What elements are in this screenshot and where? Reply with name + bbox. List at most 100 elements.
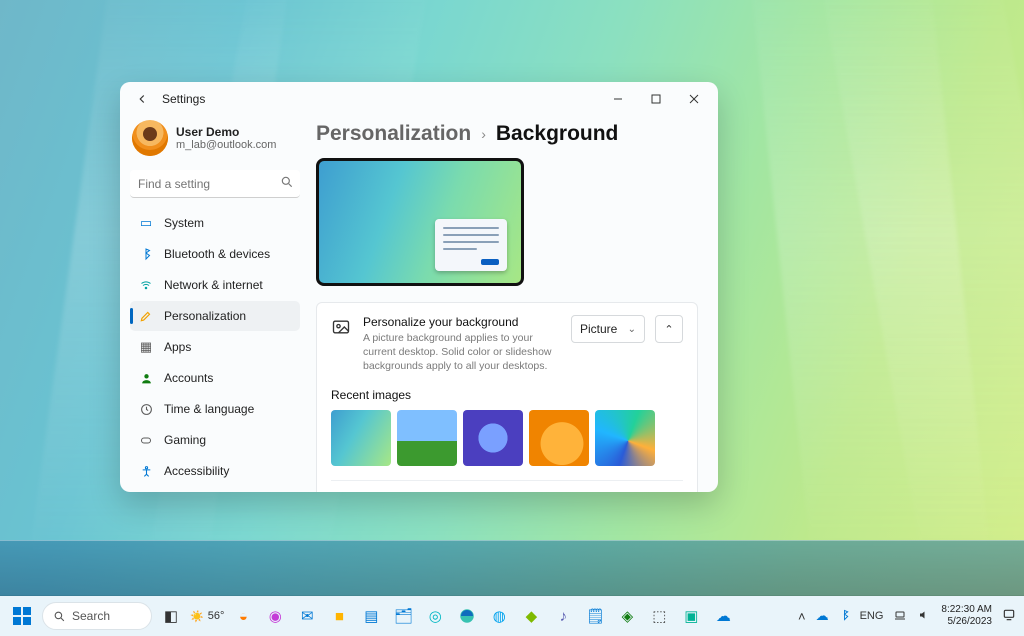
recent-images-title: Recent images bbox=[331, 388, 683, 402]
weather-icon: ☀️ bbox=[190, 610, 204, 623]
sidebar-item-bluetooth[interactable]: Bluetooth & devices bbox=[130, 239, 300, 269]
onedrive-icon[interactable]: ☁ bbox=[816, 608, 829, 624]
window-title: Settings bbox=[162, 92, 205, 106]
taskbar-clock[interactable]: 8:22:30 AM 5/26/2023 bbox=[941, 604, 992, 628]
brush-icon bbox=[138, 308, 154, 324]
recent-images bbox=[331, 410, 683, 466]
avatar bbox=[132, 120, 168, 156]
card-title: Personalize your background bbox=[363, 315, 559, 329]
sidebar-item-time[interactable]: Time & language bbox=[130, 394, 300, 424]
system-icon: ▭ bbox=[138, 215, 154, 231]
sidebar-item-label: Bluetooth & devices bbox=[164, 247, 270, 261]
sidebar-item-label: Gaming bbox=[164, 433, 206, 447]
weather-temp: 56° bbox=[208, 610, 225, 622]
person-icon bbox=[138, 370, 154, 386]
breadcrumb-current: Background bbox=[496, 122, 619, 146]
pinned-app-2[interactable]: ◉ bbox=[262, 603, 288, 629]
taskbar-search[interactable]: Search bbox=[42, 602, 152, 630]
pinned-app-10[interactable]: ♪ bbox=[550, 603, 576, 629]
tray-overflow[interactable]: ˄ bbox=[798, 609, 806, 624]
network-tray-icon[interactable] bbox=[893, 609, 907, 624]
sidebar-item-personalization[interactable]: Personalization bbox=[130, 301, 300, 331]
notifications-icon[interactable] bbox=[1002, 608, 1016, 625]
sidebar-item-apps[interactable]: ▦ Apps bbox=[130, 332, 300, 362]
sidebar-item-label: Network & internet bbox=[164, 278, 263, 292]
volume-tray-icon[interactable] bbox=[917, 609, 931, 624]
pinned-app-15[interactable]: ☁ bbox=[710, 603, 736, 629]
clock-date: 5/26/2023 bbox=[948, 616, 993, 628]
pinned-app-4[interactable]: ■ bbox=[326, 603, 352, 629]
recent-thumb-1[interactable] bbox=[331, 410, 391, 466]
breadcrumb-parent[interactable]: Personalization bbox=[316, 122, 471, 146]
task-view-button[interactable]: ◧ bbox=[158, 603, 184, 629]
sidebar-item-label: Apps bbox=[164, 340, 191, 354]
pinned-app-13[interactable]: ⬚ bbox=[646, 603, 672, 629]
back-button[interactable] bbox=[130, 87, 154, 111]
system-tray: ˄ ☁ ENG 8:22:30 AM 5/26/2023 bbox=[798, 604, 1016, 628]
close-button[interactable] bbox=[676, 85, 712, 113]
accessibility-icon bbox=[138, 463, 154, 479]
weather-widget[interactable]: ☀️ 56° bbox=[190, 610, 224, 623]
apps-icon: ▦ bbox=[138, 339, 154, 355]
pinned-app-14[interactable]: ▣ bbox=[678, 603, 704, 629]
settings-window: Settings User Demo m_lab@outlook.com bbox=[120, 82, 718, 492]
recent-thumb-4[interactable] bbox=[529, 410, 589, 466]
recent-thumb-2[interactable] bbox=[397, 410, 457, 466]
recent-thumb-3[interactable] bbox=[463, 410, 523, 466]
background-card: Personalize your background A picture ba… bbox=[316, 302, 698, 492]
language-indicator[interactable]: ENG bbox=[860, 610, 884, 622]
pinned-app-5[interactable]: ▤ bbox=[358, 603, 384, 629]
desktop-preview bbox=[316, 158, 524, 286]
taskbar: Search ◧ ☀️ 56° ◒ ◉ ✉ ■ ▤ 🗂 ◎ ◍ ◆ ♪ 🗒 ◈ … bbox=[0, 596, 1024, 636]
search-input[interactable] bbox=[130, 170, 300, 198]
user-name: User Demo bbox=[176, 125, 276, 139]
sidebar-item-gaming[interactable]: Gaming bbox=[130, 425, 300, 455]
sidebar-item-label: Personalization bbox=[164, 309, 246, 323]
search-field[interactable] bbox=[130, 170, 300, 198]
card-subtitle: A picture background applies to your cur… bbox=[363, 331, 559, 374]
gaming-icon bbox=[138, 432, 154, 448]
pinned-app-6[interactable]: 🗂 bbox=[390, 603, 416, 629]
pinned-app-edge[interactable] bbox=[454, 603, 480, 629]
sidebar-item-accessibility[interactable]: Accessibility bbox=[130, 456, 300, 486]
sidebar-item-accounts[interactable]: Accounts bbox=[130, 363, 300, 393]
pinned-app-8[interactable]: ◍ bbox=[486, 603, 512, 629]
preview-window bbox=[435, 219, 507, 271]
search-icon bbox=[280, 175, 294, 192]
pinned-app-9[interactable]: ◆ bbox=[518, 603, 544, 629]
recent-thumb-5[interactable] bbox=[595, 410, 655, 466]
pinned-app-12[interactable]: ◈ bbox=[614, 603, 640, 629]
sidebar-item-network[interactable]: Network & internet bbox=[130, 270, 300, 300]
search-icon bbox=[53, 610, 66, 623]
background-type-dropdown[interactable]: Picture ⌄ bbox=[571, 315, 645, 343]
pinned-app-11[interactable]: 🗒 bbox=[582, 603, 608, 629]
chevron-right-icon: › bbox=[481, 126, 486, 142]
breadcrumb: Personalization › Background bbox=[316, 116, 698, 158]
bluetooth-icon bbox=[138, 246, 154, 262]
pinned-app-1[interactable]: ◒ bbox=[230, 603, 256, 629]
minimize-button[interactable] bbox=[600, 85, 636, 113]
pinned-app-3[interactable]: ✉ bbox=[294, 603, 320, 629]
dropdown-value: Picture bbox=[580, 322, 617, 336]
main-content: Personalization › Background Personalize… bbox=[310, 116, 718, 492]
sidebar-item-label: System bbox=[164, 216, 204, 230]
chevron-up-icon: ⌃ bbox=[664, 323, 673, 336]
windows-icon bbox=[13, 607, 31, 625]
sidebar-item-label: Accounts bbox=[164, 371, 213, 385]
pinned-app-7[interactable]: ◎ bbox=[422, 603, 448, 629]
titlebar: Settings bbox=[120, 82, 718, 116]
clock-icon bbox=[138, 401, 154, 417]
sidebar-item-label: Time & language bbox=[164, 402, 254, 416]
wifi-icon bbox=[138, 277, 154, 293]
chevron-down-icon: ⌄ bbox=[628, 324, 636, 335]
sidebar-item-privacy[interactable]: Privacy & security bbox=[130, 487, 300, 492]
taskbar-search-label: Search bbox=[72, 609, 110, 623]
sidebar-item-label: Accessibility bbox=[164, 464, 229, 478]
expand-toggle[interactable]: ⌃ bbox=[655, 315, 683, 343]
clock-time: 8:22:30 AM bbox=[941, 604, 992, 616]
bluetooth-tray-icon[interactable] bbox=[839, 608, 850, 625]
start-button[interactable] bbox=[8, 602, 36, 630]
maximize-button[interactable] bbox=[638, 85, 674, 113]
user-profile[interactable]: User Demo m_lab@outlook.com bbox=[130, 116, 300, 168]
sidebar-item-system[interactable]: ▭ System bbox=[130, 208, 300, 238]
